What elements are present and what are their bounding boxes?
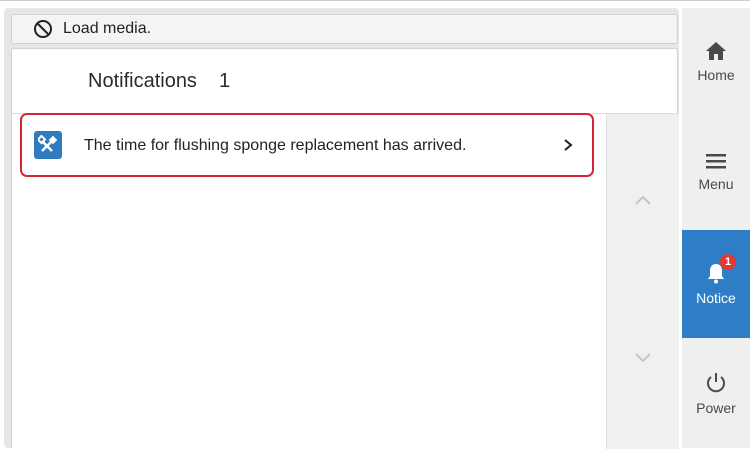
no-symbol-icon [33,19,53,39]
sidebar-item-home[interactable]: Home [682,8,750,116]
scroll-down-button[interactable] [631,352,655,368]
notifications-panel: Notifications 1 [11,48,679,449]
notifications-count: 1 [218,69,231,92]
status-message: Load media. [63,20,152,37]
tools-icon [34,131,62,159]
notice-badge: 1 [720,254,736,270]
home-icon [706,42,726,60]
notification-text: The time for flushing sponge replacement… [84,136,467,154]
status-bar: Load media. [11,14,678,44]
chevron-up-icon [635,195,651,205]
scroll-rail [606,114,679,449]
sidebar-item-label: Home [697,67,735,83]
sidebar-item-label: Menu [698,176,734,192]
hamburger-icon [706,154,726,169]
notifications-header: Notifications 1 [12,49,677,114]
sidebar-item-label: Notice [696,290,736,306]
power-icon [707,373,725,393]
sidebar-item-power[interactable]: Power [682,340,750,448]
sidebar: Home Menu 1 Notice Power [682,8,750,448]
notification-item[interactable]: The time for flushing sponge replacement… [20,113,594,177]
sidebar-item-notice[interactable]: 1 Notice [682,230,750,338]
scroll-up-button[interactable] [631,194,655,210]
chevron-down-icon [635,353,651,363]
chevron-right-icon [560,135,576,155]
notifications-title: Notifications [88,69,197,92]
sidebar-item-menu[interactable]: Menu [682,118,750,226]
sidebar-item-label: Power [696,400,736,416]
